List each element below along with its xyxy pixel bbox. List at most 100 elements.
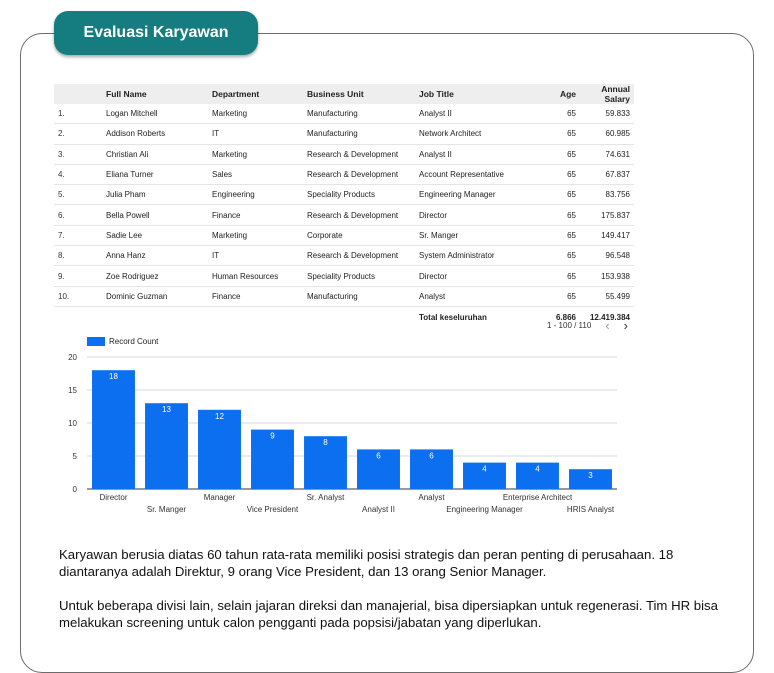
x-tick-label: Engineering Manager bbox=[446, 505, 523, 514]
total-spacer bbox=[208, 306, 303, 329]
y-tick-label: 20 bbox=[68, 353, 77, 362]
cell-business-unit: Speciality Products bbox=[303, 184, 415, 206]
table-row[interactable]: 8. Anna Hanz IT Research & Development Syste… bbox=[54, 245, 634, 267]
page-title-text: Evaluasi Karyawan bbox=[83, 24, 229, 41]
description-paragraph-2: Untuk beberapa divisi lain, selain jajar… bbox=[59, 598, 718, 630]
data-label: 3 bbox=[588, 471, 593, 480]
cell-business-unit: Manufacturing bbox=[303, 286, 415, 307]
column-header-age[interactable]: Age bbox=[528, 84, 580, 104]
cell-business-unit: Research & Development bbox=[303, 144, 415, 165]
x-tick-label: Manager bbox=[204, 493, 236, 502]
chart-legend: Record Count bbox=[87, 337, 158, 346]
y-tick-label: 10 bbox=[68, 419, 77, 428]
data-label: 9 bbox=[270, 432, 275, 441]
cell-job-title: Engineering Manager bbox=[415, 184, 528, 206]
data-label: 4 bbox=[482, 465, 487, 474]
y-tick-label: 5 bbox=[73, 452, 78, 461]
cell-age: 65 bbox=[528, 245, 580, 267]
table-pager: 1 - 100 / 110 ‹ › bbox=[547, 318, 628, 333]
cell-annual-salary: 153.938 bbox=[580, 265, 634, 287]
pager-range: 1 - 100 / 110 bbox=[546, 321, 592, 330]
cell-department: Finance bbox=[208, 286, 303, 307]
description-paragraph-1: Karyawan berusia diatas 60 tahun rata-ra… bbox=[59, 547, 674, 579]
cell-annual-salary: 67.837 bbox=[580, 164, 634, 186]
cell-annual-salary: 149.417 bbox=[580, 225, 634, 247]
table-row[interactable]: 9. Zoe Rodriguez Human Resources Speciality… bbox=[54, 265, 634, 287]
row-index: 5. bbox=[54, 184, 102, 206]
chevron-right-icon[interactable]: › bbox=[624, 318, 628, 333]
column-header-full-name[interactable]: Full Name bbox=[102, 84, 208, 104]
cell-business-unit: Manufacturing bbox=[303, 104, 415, 125]
cell-annual-salary: 74.631 bbox=[580, 144, 634, 165]
bar bbox=[198, 409, 241, 489]
table-header-row: Full Name Department Business Unit Job T… bbox=[54, 84, 634, 104]
cell-full-name: Sadie Lee bbox=[102, 225, 208, 247]
total-spacer bbox=[102, 306, 208, 329]
cell-job-title: Account Representative bbox=[415, 164, 528, 186]
cell-age: 65 bbox=[528, 265, 580, 287]
table-row[interactable]: 4. Eliana Turner Sales Research & Developme… bbox=[54, 164, 634, 186]
cell-job-title: Director bbox=[415, 265, 528, 287]
data-label: 13 bbox=[162, 405, 171, 414]
cell-job-title: Analyst II bbox=[415, 104, 528, 125]
column-header-job-title[interactable]: Job Title bbox=[415, 84, 528, 104]
cell-department: Marketing bbox=[208, 225, 303, 247]
cell-department: Finance bbox=[208, 204, 303, 226]
cell-full-name: Logan Mitchell bbox=[102, 104, 208, 125]
data-label: 6 bbox=[376, 451, 381, 460]
bar bbox=[145, 403, 188, 489]
x-tick-label: Sr. Analyst bbox=[307, 493, 346, 502]
y-tick-label: 15 bbox=[68, 386, 77, 395]
x-tick-label: Sr. Manger bbox=[147, 505, 186, 514]
cell-full-name: Bella Powell bbox=[102, 204, 208, 226]
table-row[interactable]: 1. Logan Mitchell Marketing Manufacturing An… bbox=[54, 104, 634, 125]
cell-job-title: Analyst II bbox=[415, 144, 528, 165]
data-label: 6 bbox=[429, 451, 434, 460]
cell-job-title: Network Architect bbox=[415, 123, 528, 145]
table-row[interactable]: 5. Julia Pham Engineering Speciality Produc… bbox=[54, 184, 634, 206]
cell-full-name: Julia Pham bbox=[102, 184, 208, 206]
cell-age: 65 bbox=[528, 164, 580, 186]
cell-full-name: Addison Roberts bbox=[102, 123, 208, 145]
cell-business-unit: Manufacturing bbox=[303, 123, 415, 145]
index-header bbox=[54, 84, 102, 104]
x-tick-label: Analyst bbox=[418, 493, 445, 502]
row-index: 10. bbox=[54, 286, 102, 307]
column-header-department[interactable]: Department bbox=[208, 84, 303, 104]
total-spacer bbox=[54, 306, 102, 329]
cell-age: 65 bbox=[528, 204, 580, 226]
table-row[interactable]: 6. Bella Powell Finance Research & Developm… bbox=[54, 204, 634, 226]
bar-chart: 0 5 10 15 20 18 Director 13 Sr. Manger 12 Manager 9… bbox=[68, 353, 617, 514]
total-label: Total keseluruhan bbox=[419, 313, 487, 323]
table-row[interactable]: 7. Sadie Lee Marketing Corporate Sr. Manger 6… bbox=[54, 225, 634, 247]
cell-age: 65 bbox=[528, 286, 580, 307]
cell-full-name: Anna Hanz bbox=[102, 245, 208, 267]
legend-swatch bbox=[87, 337, 105, 346]
cell-age: 65 bbox=[528, 104, 580, 125]
cell-annual-salary: 175.837 bbox=[580, 204, 634, 226]
cell-annual-salary: 59.833 bbox=[580, 104, 634, 125]
table-row[interactable]: 2. Addison Roberts IT Manufacturing Network … bbox=[54, 123, 634, 145]
cell-business-unit: Research & Development bbox=[303, 204, 415, 226]
column-header-business-unit[interactable]: Business Unit bbox=[303, 84, 415, 104]
cell-business-unit: Research & Development bbox=[303, 245, 415, 267]
description: Karyawan berusia diatas 60 tahun rata-ra… bbox=[59, 546, 739, 648]
cell-annual-salary: 96.548 bbox=[580, 245, 634, 267]
cell-department: Engineering bbox=[208, 184, 303, 206]
column-header-annual-salary[interactable]: Annual Salary bbox=[580, 84, 634, 104]
cell-age: 65 bbox=[528, 225, 580, 247]
table-row[interactable]: 3. Christian Ali Marketing Research & Devel… bbox=[54, 144, 634, 165]
cell-annual-salary: 60.985 bbox=[580, 123, 634, 145]
x-tick-label: Enterprise Architect bbox=[503, 493, 573, 502]
row-index: 6. bbox=[54, 204, 102, 226]
cell-department: Marketing bbox=[208, 144, 303, 165]
chevron-left-icon[interactable]: ‹ bbox=[605, 318, 609, 333]
table-row[interactable]: 10. Dominic Guzman Finance Manufacturing Ana… bbox=[54, 286, 634, 307]
row-index: 4. bbox=[54, 164, 102, 186]
x-tick-label: HRIS Analyst bbox=[567, 505, 615, 514]
cell-annual-salary: 83.756 bbox=[580, 184, 634, 206]
cell-age: 65 bbox=[528, 184, 580, 206]
cell-business-unit: Corporate bbox=[303, 225, 415, 247]
data-label: 18 bbox=[109, 372, 118, 381]
legend-label: Record Count bbox=[109, 337, 159, 346]
